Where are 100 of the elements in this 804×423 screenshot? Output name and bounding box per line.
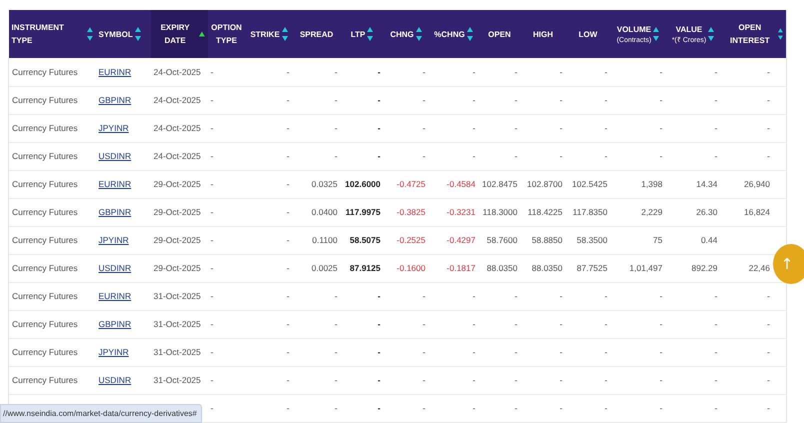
table-cell: - (767, 347, 770, 357)
table-cell: 1,01,497 (629, 263, 662, 273)
sort-icon[interactable] (416, 27, 422, 41)
table-cell: - (286, 319, 290, 329)
table-cell: - (286, 347, 290, 357)
column-header[interactable]: EXPIRY DATE (150, 10, 208, 58)
table-cell: - (714, 375, 718, 385)
sort-ascending-icon[interactable] (198, 31, 204, 37)
table-cell: - (210, 123, 214, 133)
symbol-link[interactable]: USDINR (98, 263, 132, 273)
table-cell: 31-Oct-2025 (154, 375, 201, 385)
table-cell: - (514, 375, 518, 385)
table-cell: Currency Futures (12, 291, 78, 301)
table-cell: - (767, 375, 770, 385)
table-cell: 22,46 (748, 263, 770, 273)
sort-icon[interactable] (134, 27, 141, 41)
table-cell: 88.0350 (486, 263, 518, 273)
table-cell: - (660, 375, 662, 385)
symbol-link[interactable]: GBPINR (98, 207, 132, 217)
table-cell: 29-Oct-2025 (154, 207, 201, 217)
table-cell: Currency Futures (12, 375, 78, 385)
table-cell: - (286, 291, 290, 301)
table-cell: -0.3825 (396, 207, 426, 217)
table-cell: - (210, 207, 214, 217)
sort-icon[interactable] (653, 27, 660, 41)
table-cell: - (514, 319, 518, 329)
table-cell: - (714, 66, 718, 77)
table-cell: 118.3000 (482, 207, 518, 217)
symbol-link[interactable]: GBPINR (98, 95, 132, 105)
table-cell: - (472, 123, 476, 133)
symbol-link[interactable]: JPYINR (98, 347, 129, 357)
table-cell: 88.0350 (532, 263, 562, 273)
table-cell: - (210, 179, 214, 189)
table-cell: -0.3231 (446, 207, 476, 217)
table-cell: - (767, 319, 770, 329)
table-cell: 58.8850 (532, 235, 562, 245)
table-cell: 117.8350 (572, 207, 608, 217)
table-cell: - (210, 95, 214, 105)
sort-icon[interactable] (778, 27, 783, 41)
column-header[interactable]: STRIKE (246, 10, 292, 58)
table-cell: - (660, 347, 662, 357)
table-cell: - (286, 95, 290, 105)
table-cell: Currency Futures (12, 347, 78, 357)
table-cell: - (210, 263, 214, 273)
table-cell: - (604, 375, 608, 385)
table-cell: - (210, 347, 214, 357)
sort-icon[interactable] (466, 27, 473, 41)
symbol-link[interactable]: GBPINR (98, 319, 132, 329)
column-header[interactable]: HIGH (520, 10, 566, 58)
table-cell: -0.1817 (446, 263, 476, 273)
column-header[interactable]: SPREAD (292, 10, 340, 58)
table-cell: - (560, 66, 562, 77)
table-cell: - (286, 179, 290, 189)
table-cell: Currency Futures (12, 235, 78, 245)
table-cell: - (514, 66, 518, 77)
symbol-link[interactable]: EURINR (98, 66, 132, 77)
symbol-link[interactable]: USDINR (98, 375, 132, 385)
table-cell: - (378, 95, 380, 105)
table-cell: - (560, 151, 562, 161)
table-cell: - (767, 66, 770, 77)
column-header[interactable]: OPEN INTEREST (720, 10, 786, 58)
symbol-link[interactable]: EURINR (98, 291, 132, 301)
sort-icon[interactable] (282, 27, 288, 41)
table-cell: - (714, 151, 718, 161)
table-cell: - (422, 375, 426, 385)
table-cell: 87.7525 (576, 263, 608, 273)
column-header[interactable]: LOW (566, 10, 610, 58)
column-header[interactable]: LTP (340, 10, 384, 58)
table-cell: - (472, 319, 476, 329)
sort-icon[interactable] (367, 27, 374, 41)
column-header[interactable]: %CHNG (428, 10, 478, 58)
table-cell: 0.0025 (312, 263, 338, 273)
table-cell: - (472, 95, 476, 105)
table-cell: - (767, 151, 770, 161)
table-cell: 29-Oct-2025 (154, 235, 201, 245)
table-cell: 26,940 (744, 179, 770, 189)
symbol-link[interactable]: USDINR (98, 151, 132, 161)
table-cell: - (286, 375, 290, 385)
column-header[interactable]: OPEN (478, 10, 520, 58)
symbol-link[interactable]: JPYINR (98, 123, 129, 133)
table-cell: 118.4225 (528, 207, 562, 217)
table-cell: - (514, 291, 518, 301)
table-cell: - (286, 66, 290, 77)
table-cell: Currency Futures (12, 207, 78, 217)
table-cell: - (660, 403, 662, 413)
symbol-link[interactable]: EURINR (98, 179, 132, 189)
table-cell: 58.7600 (486, 235, 518, 245)
table-cell: 892.29 (692, 263, 718, 273)
table-cell: - (378, 347, 380, 357)
sort-icon[interactable] (708, 27, 714, 41)
symbol-link[interactable]: JPYINR (98, 235, 129, 245)
table-cell: - (660, 319, 662, 329)
column-header[interactable]: OPTION TYPE (208, 10, 246, 58)
column-header[interactable]: SYMBOL (96, 10, 150, 58)
column-header[interactable]: CHNG (384, 10, 428, 58)
table-cell: - (514, 151, 518, 161)
table-cell: - (660, 95, 662, 105)
table-cell: 2,229 (641, 207, 662, 217)
sort-icon[interactable] (86, 27, 92, 41)
column-header[interactable]: INSTRUMENT TYPE (8, 10, 96, 58)
